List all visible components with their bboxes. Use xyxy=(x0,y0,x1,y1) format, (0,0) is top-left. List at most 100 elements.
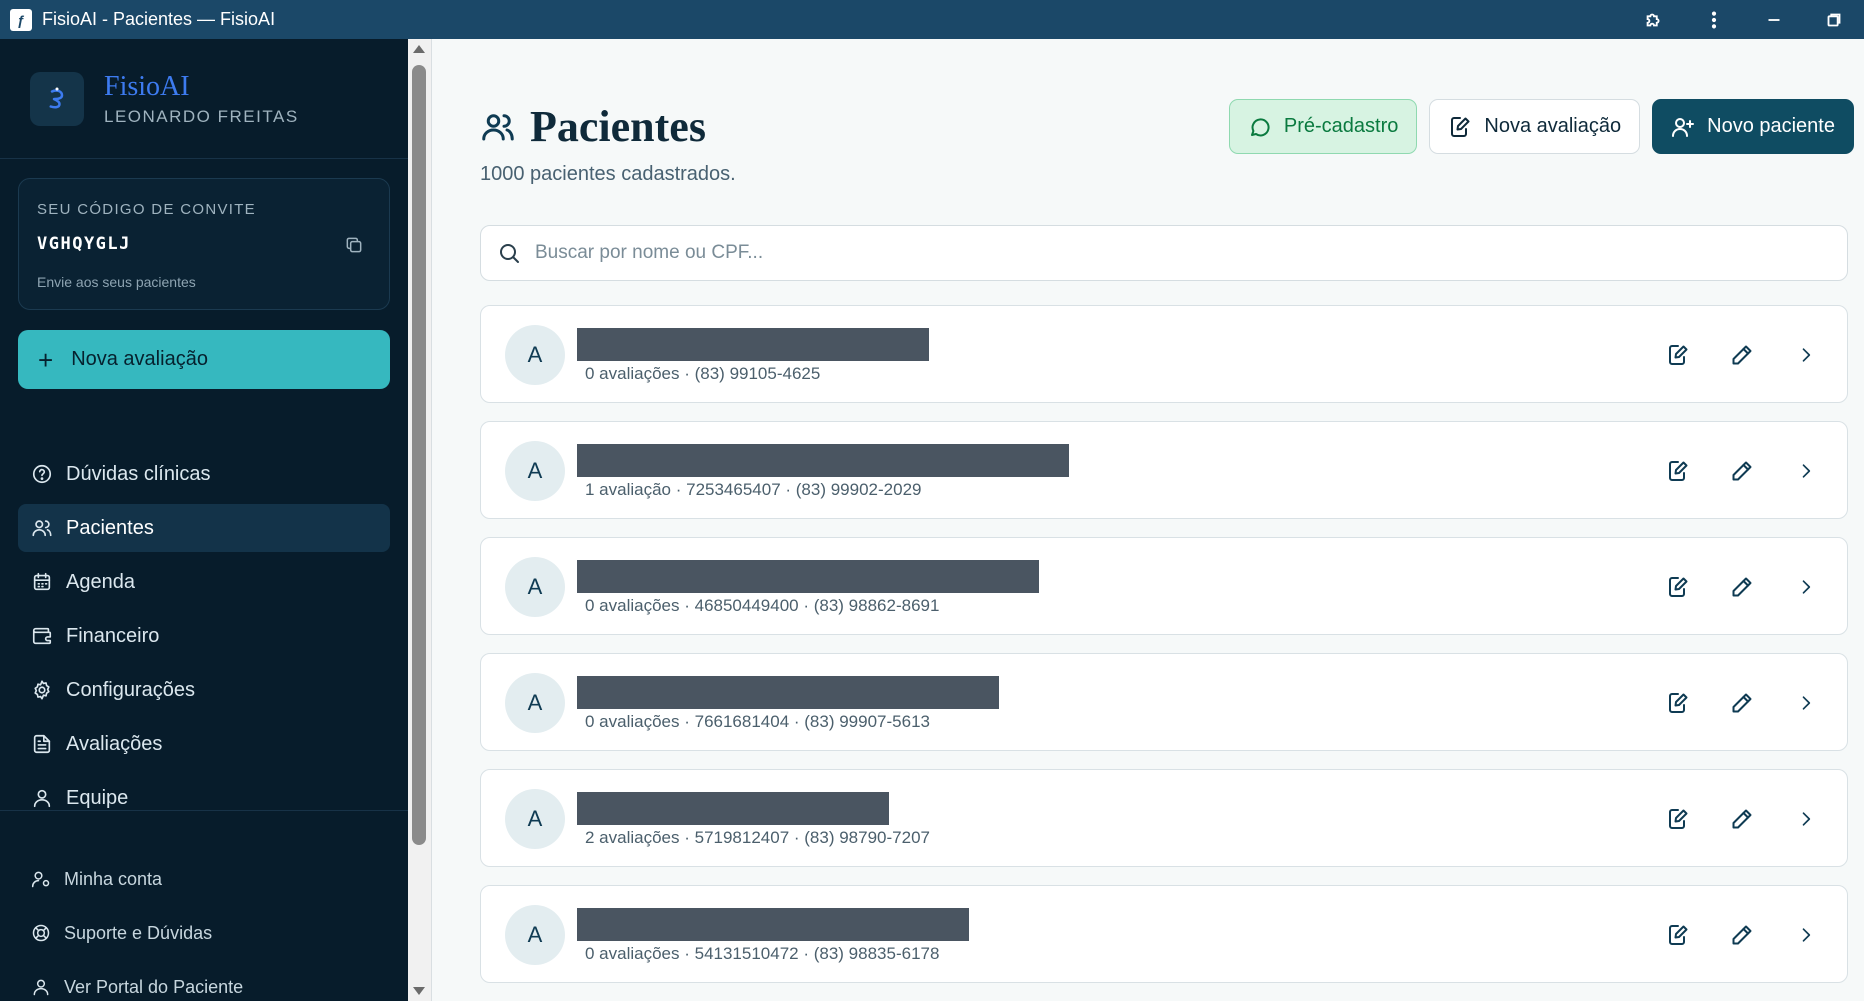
new-evaluation-icon[interactable] xyxy=(1663,920,1693,950)
sidebar-item-duvidas-clinicas[interactable]: Dúvidas clínicas xyxy=(18,450,390,498)
sidebar-item-label: Ver Portal do Paciente xyxy=(64,976,244,997)
window-title: FisioAI - Pacientes — FisioAI xyxy=(42,9,276,29)
patient-name-redacted xyxy=(577,676,999,709)
pre-cadastro-label: Pré-cadastro xyxy=(1283,115,1399,137)
invite-code: VGHQYGLJ xyxy=(37,234,131,254)
chevron-right-icon[interactable] xyxy=(1791,572,1821,602)
chevron-right-icon[interactable] xyxy=(1791,688,1821,718)
sidebar-item-label: Pacientes xyxy=(66,516,154,539)
invite-hint: Envie aos seus pacientes xyxy=(37,274,196,290)
patient-meta: 0 avaliações · 54131510472 · (83) 98835-… xyxy=(585,944,940,963)
edit-pencil-icon[interactable] xyxy=(1727,688,1757,718)
sidebar-item-agenda[interactable]: Agenda xyxy=(18,558,390,606)
avatar: A xyxy=(505,905,565,965)
row-actions xyxy=(1629,804,1821,834)
sidebar-item-label: Dúvidas clínicas xyxy=(66,462,211,485)
sidebar-item-equipe[interactable]: Equipe xyxy=(18,774,390,822)
sidebar: FisioAI LEONARDO FREITAS SEU CÓDIGO DE C… xyxy=(0,39,408,1001)
avatar: A xyxy=(505,441,565,501)
chevron-right-icon[interactable] xyxy=(1791,340,1821,370)
row-actions xyxy=(1629,572,1821,602)
patient-name-redacted xyxy=(577,908,969,941)
edit-document-icon xyxy=(1451,116,1470,137)
edit-pencil-icon[interactable] xyxy=(1727,340,1757,370)
nova-avaliacao-button[interactable]: Nova avaliação xyxy=(1429,99,1641,154)
patient-row[interactable]: A 0 avaliações · (83) 99105-4625 xyxy=(480,305,1848,403)
divider xyxy=(0,158,408,159)
patient-name-redacted xyxy=(577,560,1039,593)
users-icon xyxy=(30,516,54,540)
user-icon xyxy=(30,786,54,810)
patient-meta: 1 avaliação · 7253465407 · (83) 99902-20… xyxy=(585,480,922,499)
patient-meta: 0 avaliações · 46850449400 · (83) 98862-… xyxy=(585,596,940,615)
chevron-right-icon[interactable] xyxy=(1791,920,1821,950)
patients-list: A 0 avaliações · (83) 99105-4625 A 1 ava… xyxy=(480,305,1848,1001)
patient-row[interactable]: A 0 avaliações · 54131510472 · (83) 9883… xyxy=(480,885,1848,983)
document-icon xyxy=(30,732,54,756)
restore-icon[interactable] xyxy=(1804,0,1864,39)
nova-avaliacao-label: Nova avaliação xyxy=(1484,115,1622,137)
chevron-right-icon[interactable] xyxy=(1791,804,1821,834)
sidebar-item-pacientes[interactable]: Pacientes xyxy=(18,504,390,552)
patient-name-redacted xyxy=(577,328,929,361)
fisioai-icon: ƒ xyxy=(10,8,32,31)
sidebar-item-suporte[interactable]: Suporte e Dúvidas xyxy=(18,909,390,957)
sidebar-item-portal-paciente[interactable]: Ver Portal do Paciente xyxy=(18,963,390,1001)
patient-row[interactable]: A 2 avaliações · 5719812407 · (83) 98790… xyxy=(480,769,1848,867)
calendar-icon xyxy=(30,570,54,594)
plus-icon: + xyxy=(38,344,54,375)
row-actions xyxy=(1629,688,1821,718)
patient-row[interactable]: A 0 avaliações · 7661681404 · (83) 99907… xyxy=(480,653,1848,751)
pre-cadastro-button[interactable]: Pré-cadastro xyxy=(1228,99,1418,154)
user-plus-icon xyxy=(1672,117,1695,137)
patient-meta: 2 avaliações · 5719812407 · (83) 98790-7… xyxy=(585,828,930,847)
wallet-icon xyxy=(30,624,54,648)
edit-pencil-icon[interactable] xyxy=(1727,572,1757,602)
copy-icon[interactable] xyxy=(343,234,365,256)
novo-paciente-label: Novo paciente xyxy=(1707,115,1835,137)
users-icon xyxy=(482,113,514,140)
minimize-icon[interactable] xyxy=(1744,0,1804,39)
scrollbar-thumb[interactable] xyxy=(412,65,426,845)
sidebar-item-financeiro[interactable]: Financeiro xyxy=(18,612,390,660)
sidebar-item-label: Suporte e Dúvidas xyxy=(64,922,213,943)
patient-name-redacted xyxy=(577,444,1069,477)
chat-bubble-icon xyxy=(1250,117,1270,136)
patient-row[interactable]: A 1 avaliação · 7253465407 · (83) 99902-… xyxy=(480,421,1848,519)
patient-name-redacted xyxy=(577,792,889,825)
new-evaluation-icon[interactable] xyxy=(1663,572,1693,602)
search-icon xyxy=(500,244,519,263)
edit-pencil-icon[interactable] xyxy=(1727,804,1757,834)
avatar: A xyxy=(505,673,565,733)
sidebar-item-label: Agenda xyxy=(66,570,135,593)
chevron-right-icon[interactable] xyxy=(1791,456,1821,486)
edit-pencil-icon[interactable] xyxy=(1727,456,1757,486)
sidebar-new-evaluation-label: Nova avaliação xyxy=(71,348,208,370)
sidebar-item-configuracoes[interactable]: Configurações xyxy=(18,666,390,714)
page-title: Pacientes xyxy=(530,102,706,151)
page-header: Pacientes xyxy=(480,101,706,152)
new-evaluation-icon[interactable] xyxy=(1663,804,1693,834)
avatar: A xyxy=(505,325,565,385)
brand-name: FisioAI xyxy=(104,71,190,102)
new-evaluation-icon[interactable] xyxy=(1663,456,1693,486)
sidebar-scrollbar[interactable] xyxy=(408,39,432,1001)
avatar: A xyxy=(505,789,565,849)
scroll-up-arrow-icon[interactable] xyxy=(413,45,425,53)
invite-label: SEU CÓDIGO DE CONVITE xyxy=(37,201,256,218)
sidebar-item-minha-conta[interactable]: Minha conta xyxy=(18,855,390,903)
sidebar-item-label: Configurações xyxy=(66,678,195,701)
sidebar-item-label: Minha conta xyxy=(64,868,163,889)
extensions-icon[interactable] xyxy=(1624,0,1684,39)
new-evaluation-icon[interactable] xyxy=(1663,340,1693,370)
sidebar-item-avaliacoes[interactable]: Avaliações xyxy=(18,720,390,768)
scroll-down-arrow-icon[interactable] xyxy=(413,987,425,995)
new-evaluation-icon[interactable] xyxy=(1663,688,1693,718)
search-input[interactable] xyxy=(535,242,1735,264)
more-vert-icon[interactable] xyxy=(1684,0,1744,39)
novo-paciente-button[interactable]: Novo paciente xyxy=(1652,99,1854,154)
lifebuoy-icon xyxy=(30,922,52,944)
sidebar-new-evaluation-button[interactable]: + Nova avaliação xyxy=(18,330,390,389)
patient-row[interactable]: A 0 avaliações · 46850449400 · (83) 9886… xyxy=(480,537,1848,635)
edit-pencil-icon[interactable] xyxy=(1727,920,1757,950)
